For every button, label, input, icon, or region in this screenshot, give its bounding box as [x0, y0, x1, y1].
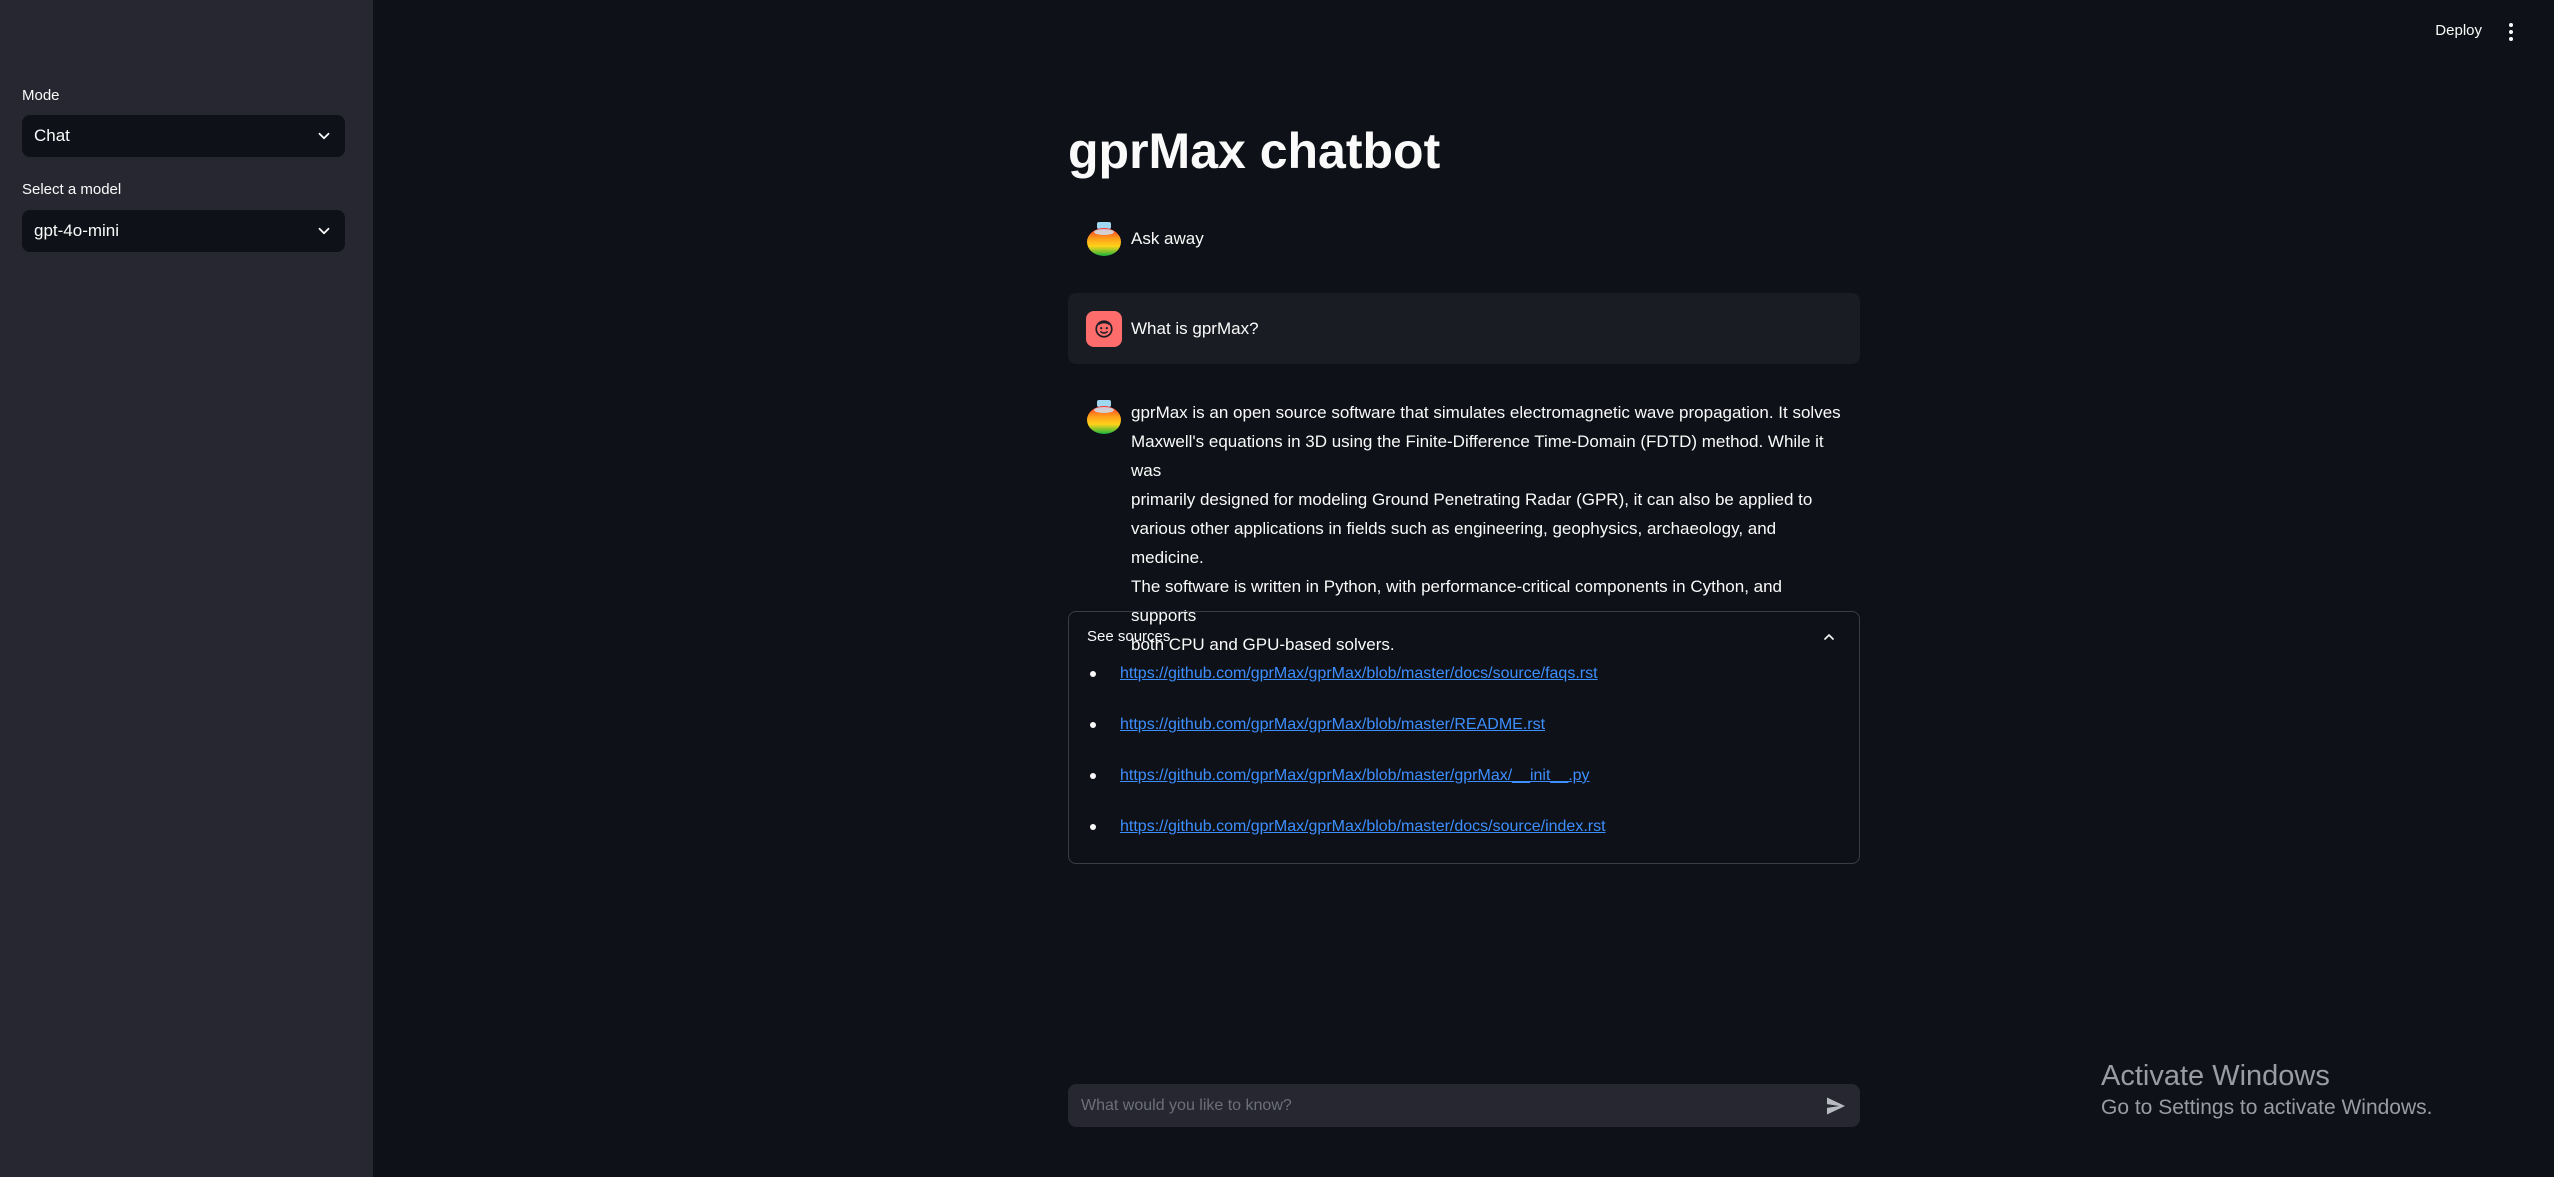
- message-line: primarily designed for modeling Ground P…: [1131, 490, 1813, 509]
- model-select[interactable]: gpt-4o-mini: [22, 210, 345, 252]
- page-title: gprMax chatbot: [1068, 123, 1441, 179]
- mode-select[interactable]: Chat: [22, 115, 345, 157]
- bot-avatar-icon: [1087, 400, 1121, 434]
- assistant-message: Ask away: [1068, 219, 1860, 259]
- source-link[interactable]: https://github.com/gprMax/gprMax/blob/ma…: [1120, 665, 1598, 682]
- source-link[interactable]: https://github.com/gprMax/gprMax/blob/ma…: [1120, 716, 1545, 733]
- list-item: https://github.com/gprMax/gprMax/blob/ma…: [1087, 715, 1606, 766]
- menu-dot: [2509, 37, 2513, 41]
- message-line: gprMax is an open source software that s…: [1131, 403, 1841, 422]
- chevron-down-icon: [318, 132, 330, 140]
- windows-activation-watermark: Activate Windows Go to Settings to activ…: [2101, 1058, 2433, 1122]
- source-link[interactable]: https://github.com/gprMax/gprMax/blob/ma…: [1120, 767, 1590, 784]
- source-link[interactable]: https://github.com/gprMax/gprMax/blob/ma…: [1120, 818, 1606, 835]
- user-message: What is gprMax?: [1068, 293, 1860, 364]
- bot-avatar-icon: [1087, 222, 1121, 256]
- watermark-title: Activate Windows: [2101, 1060, 2330, 1092]
- model-label: Select a model: [22, 181, 122, 198]
- message-text: Ask away: [1131, 229, 1204, 248]
- message-line: various other applications in fields suc…: [1131, 519, 1777, 567]
- deploy-button[interactable]: Deploy: [2435, 22, 2482, 39]
- sidebar: Mode Chat Select a model gpt-4o-mini: [0, 0, 373, 1177]
- watermark-subtitle: Go to Settings to activate Windows.: [2101, 1096, 2433, 1119]
- list-item: https://github.com/gprMax/gprMax/blob/ma…: [1087, 817, 1606, 868]
- sources-expander: See sources https://github.com/gprMax/gp…: [1068, 611, 1860, 864]
- chat-input[interactable]: [1079, 1095, 1824, 1116]
- chat-input-bar: [1068, 1084, 1860, 1127]
- message-line: Maxwell's equations in 3D using the Fini…: [1131, 432, 1824, 480]
- list-item: https://github.com/gprMax/gprMax/blob/ma…: [1087, 766, 1606, 817]
- chevron-down-icon: [318, 227, 330, 235]
- mode-select-value: Chat: [34, 126, 70, 145]
- message-text: What is gprMax?: [1131, 319, 1259, 338]
- chevron-up-icon[interactable]: [1821, 629, 1837, 645]
- sources-list: https://github.com/gprMax/gprMax/blob/ma…: [1087, 664, 1606, 868]
- user-avatar-icon: [1086, 311, 1122, 347]
- assistant-message: gprMax is an open source software that s…: [1068, 398, 1860, 654]
- menu-dot: [2509, 30, 2513, 34]
- sources-expander-header[interactable]: See sources: [1087, 628, 1170, 645]
- menu-dot: [2509, 23, 2513, 27]
- model-select-value: gpt-4o-mini: [34, 221, 120, 240]
- main-menu-button[interactable]: [2504, 23, 2518, 41]
- mode-label: Mode: [22, 87, 60, 104]
- list-item: https://github.com/gprMax/gprMax/blob/ma…: [1087, 664, 1606, 715]
- send-icon[interactable]: [1824, 1094, 1848, 1118]
